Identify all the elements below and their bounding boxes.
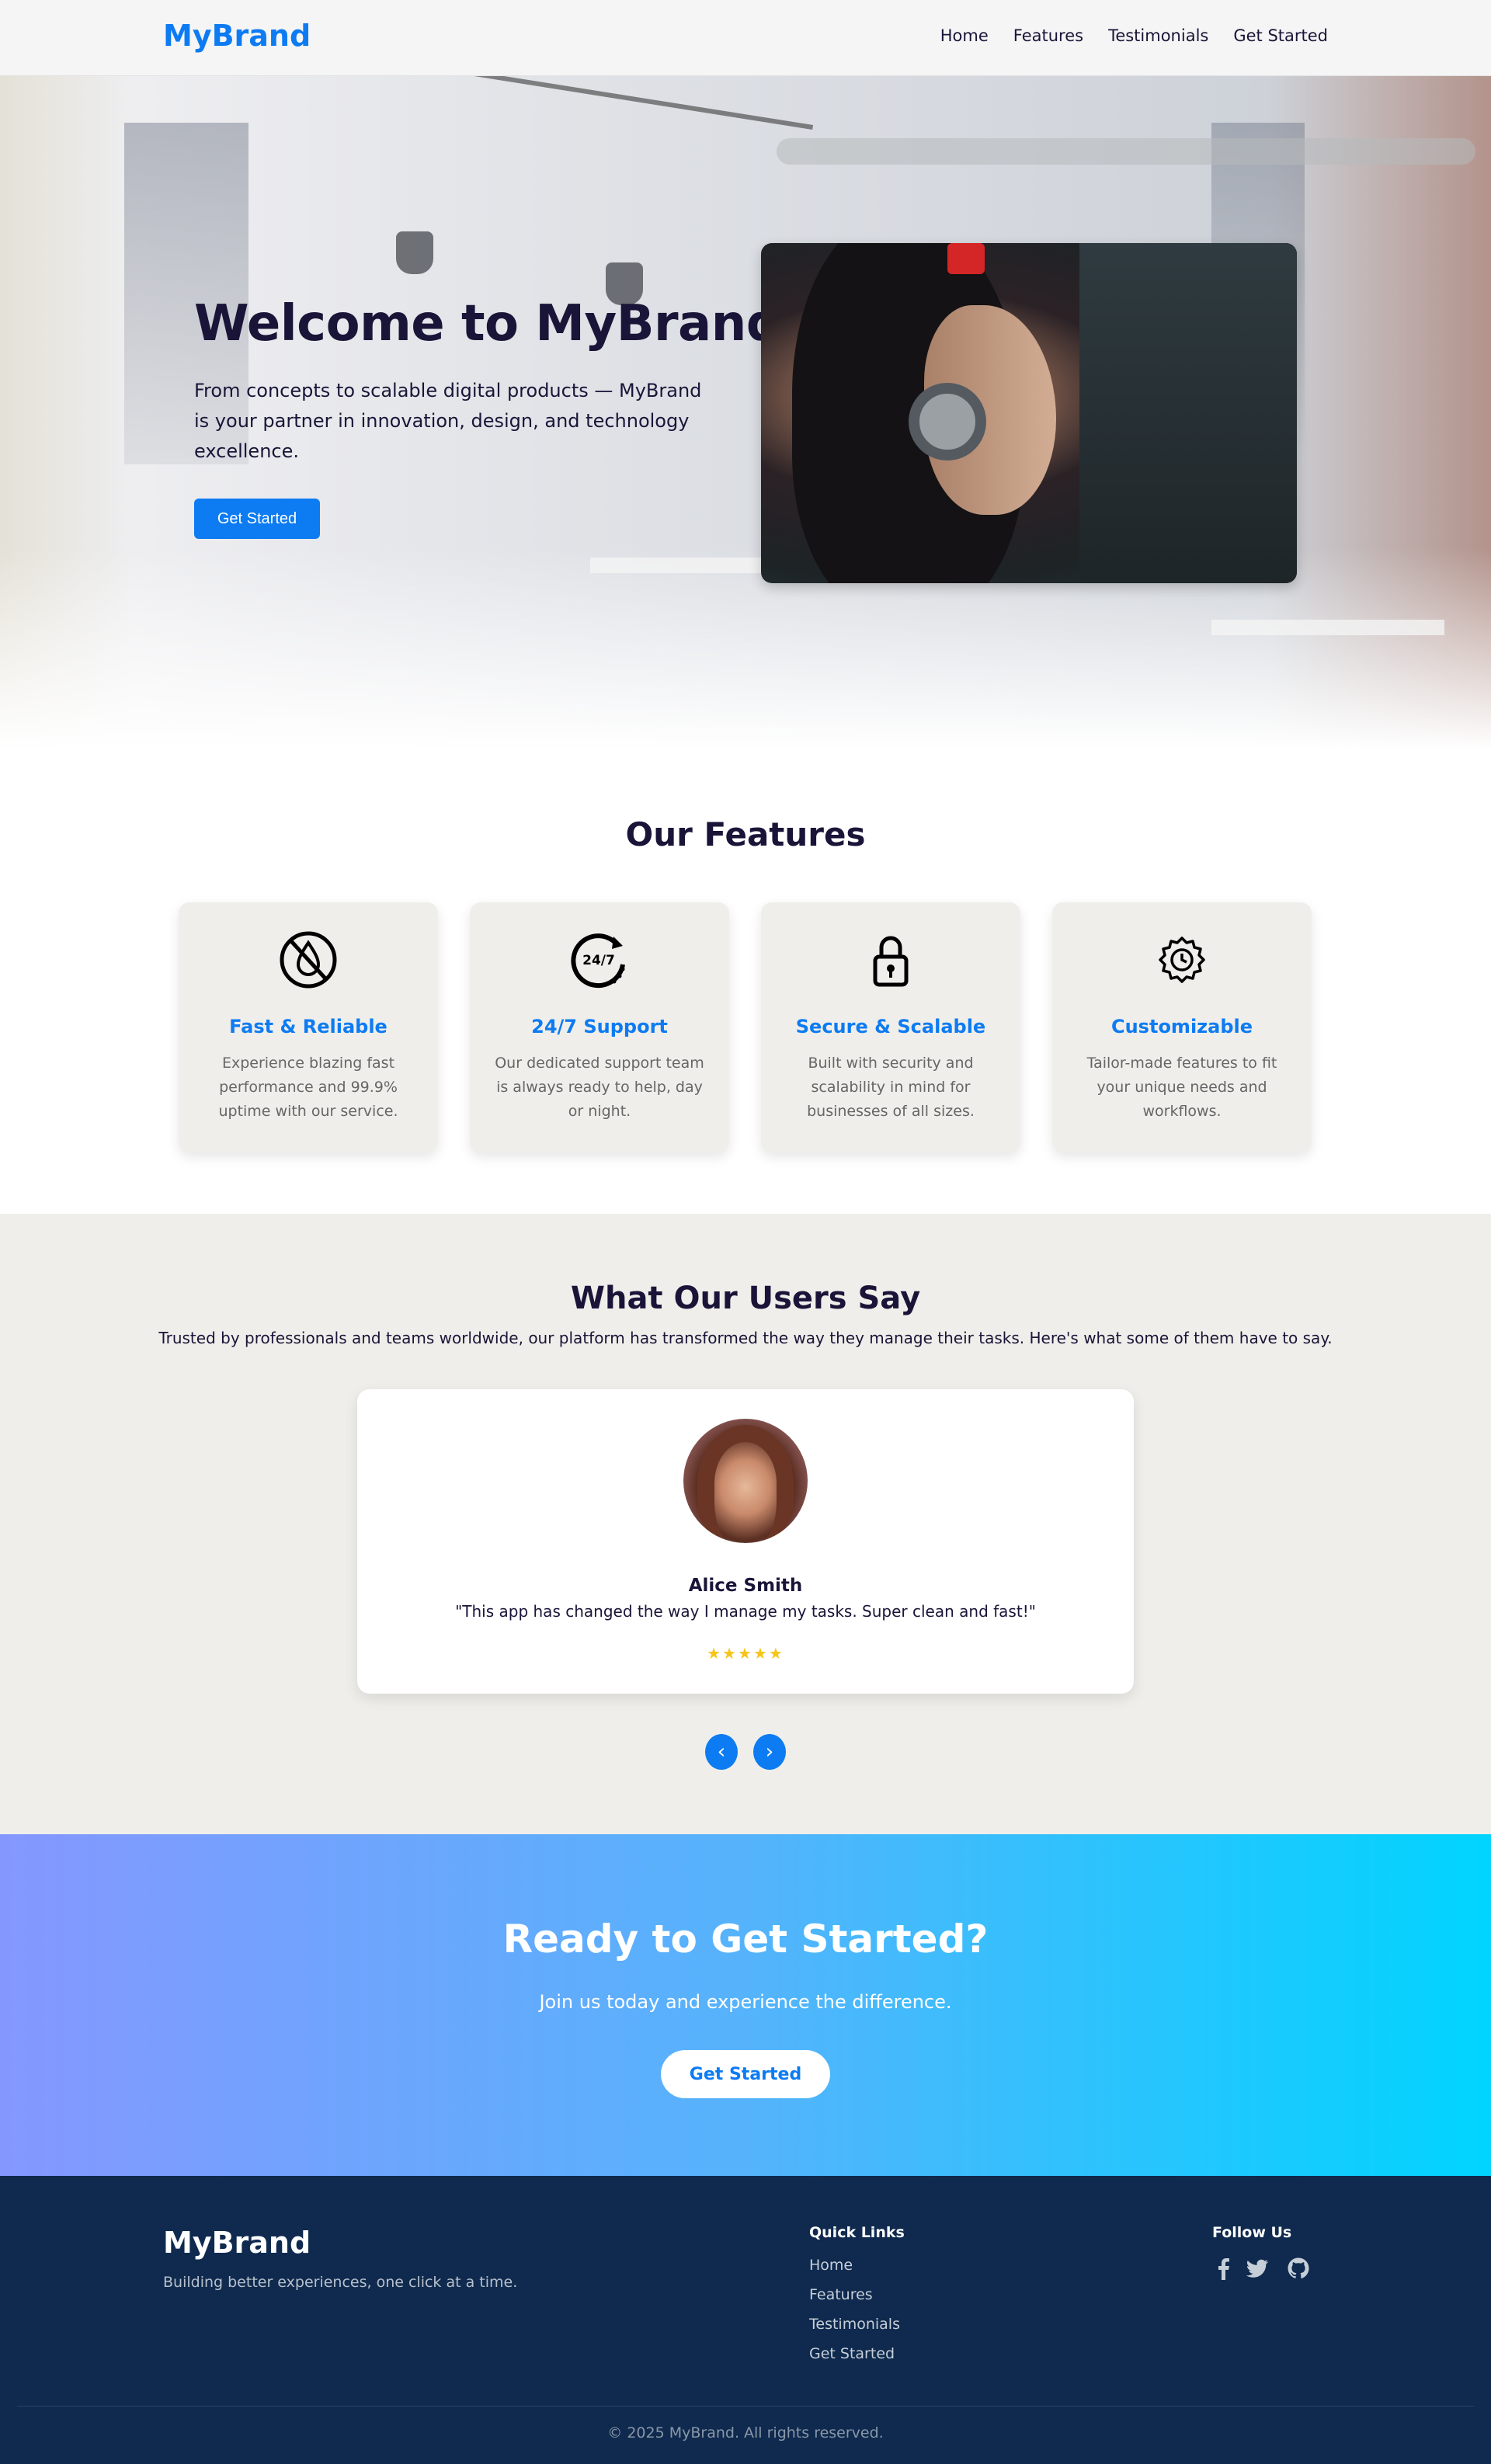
feature-card-support: 24/7 24/7 Support Our dedicated support … xyxy=(470,902,729,1152)
testimonial-card: Alice Smith "This app has changed the wa… xyxy=(357,1389,1134,1694)
github-icon[interactable] xyxy=(1287,2257,1310,2280)
hero-bg-desk xyxy=(1211,620,1444,635)
nav-link-testimonials[interactable]: Testimonials xyxy=(1108,26,1208,45)
footer-link-testimonials[interactable]: Testimonials xyxy=(809,2316,900,2333)
testimonials-title: What Our Users Say xyxy=(570,1281,921,1316)
cta-subtitle: Join us today and experience the differe… xyxy=(539,1991,952,2013)
clock-24-7-icon: 24/7 xyxy=(571,933,625,989)
footer-link-get-started[interactable]: Get Started xyxy=(809,2345,895,2362)
testimonials-section: What Our Users Say Trusted by profession… xyxy=(0,1214,1491,1834)
hero-bg-duct xyxy=(777,138,1475,165)
footer-tagline: Building better experiences, one click a… xyxy=(163,2274,518,2291)
hero-get-started-button[interactable]: Get Started xyxy=(194,499,320,539)
footer-copyright: © 2025 MyBrand. All rights reserved. xyxy=(607,2424,884,2441)
testimonial-quote: "This app has changed the way I manage m… xyxy=(455,1602,1036,1621)
photo-hair-clip xyxy=(947,243,985,274)
nav-link-features[interactable]: Features xyxy=(1013,26,1083,45)
gear-clock-icon xyxy=(1159,937,1205,983)
avatar xyxy=(683,1419,808,1543)
avatar-hair xyxy=(697,1425,794,1541)
feature-description: Our dedicated support team is always rea… xyxy=(495,1055,704,1120)
clock-24-7-label: 24/7 xyxy=(582,953,615,968)
feature-title: Fast & Reliable xyxy=(229,1016,388,1037)
feature-card-secure: Secure & Scalable Built with security an… xyxy=(761,902,1020,1152)
feature-title: 24/7 Support xyxy=(531,1016,668,1037)
cta-section: Ready to Get Started? Join us today and … xyxy=(0,1834,1491,2176)
photo-headset xyxy=(909,383,986,460)
testimonial-name: Alice Smith xyxy=(688,1576,803,1596)
nav-link-get-started[interactable]: Get Started xyxy=(1233,26,1328,45)
feature-card-customizable: Customizable Tailor-made features to fit… xyxy=(1052,902,1312,1152)
facebook-icon[interactable] xyxy=(1212,2257,1236,2280)
nav-links: Home Features Testimonials Get Started xyxy=(940,26,1328,45)
feature-description: Experience blazing fast performance and … xyxy=(218,1055,398,1120)
nav-link-home[interactable]: Home xyxy=(940,26,989,45)
photo-monitor xyxy=(1079,243,1297,583)
footer-link-home[interactable]: Home xyxy=(809,2257,853,2274)
carousel-next-button[interactable]: › xyxy=(753,1734,786,1770)
brand-logo[interactable]: MyBrand xyxy=(163,19,311,53)
testimonials-subtitle: Trusted by professionals and teams world… xyxy=(158,1329,1333,1347)
footer-divider xyxy=(17,2406,1474,2407)
hero-bg-lamp xyxy=(396,231,433,274)
drop-slash-icon xyxy=(280,931,337,989)
feature-description: Built with security and scalability in m… xyxy=(807,1055,975,1120)
footer: MyBrand Building better experiences, one… xyxy=(0,2176,1491,2464)
hero-bg-beam xyxy=(390,76,814,130)
hero-subtitle: From concepts to scalable digital produc… xyxy=(194,380,702,462)
feature-title: Secure & Scalable xyxy=(795,1016,986,1037)
top-navbar: MyBrand Home Features Testimonials Get S… xyxy=(0,0,1491,76)
features-title: Our Features xyxy=(625,815,866,853)
hero-photo-support-agent xyxy=(761,243,1297,583)
carousel-prev-button[interactable]: ‹ xyxy=(705,1734,738,1770)
star-rating: ★★★★★ xyxy=(707,1644,784,1663)
twitter-icon[interactable] xyxy=(1246,2257,1269,2280)
lock-icon xyxy=(873,936,909,987)
hero-title: Welcome to MyBrand xyxy=(194,295,782,353)
feature-card-fast-reliable: Fast & Reliable Experience blazing fast … xyxy=(179,902,438,1152)
footer-link-features[interactable]: Features xyxy=(809,2286,873,2303)
cta-get-started-button[interactable]: Get Started xyxy=(661,2050,830,2098)
footer-brand: MyBrand xyxy=(163,2226,311,2260)
feature-title: Customizable xyxy=(1110,1016,1253,1037)
quick-links-heading: Quick Links xyxy=(809,2224,905,2241)
follow-us-heading: Follow Us xyxy=(1212,2224,1292,2241)
cta-title: Ready to Get Started? xyxy=(502,1917,989,1962)
feature-description: Tailor-made features to fit your unique … xyxy=(1086,1055,1277,1120)
